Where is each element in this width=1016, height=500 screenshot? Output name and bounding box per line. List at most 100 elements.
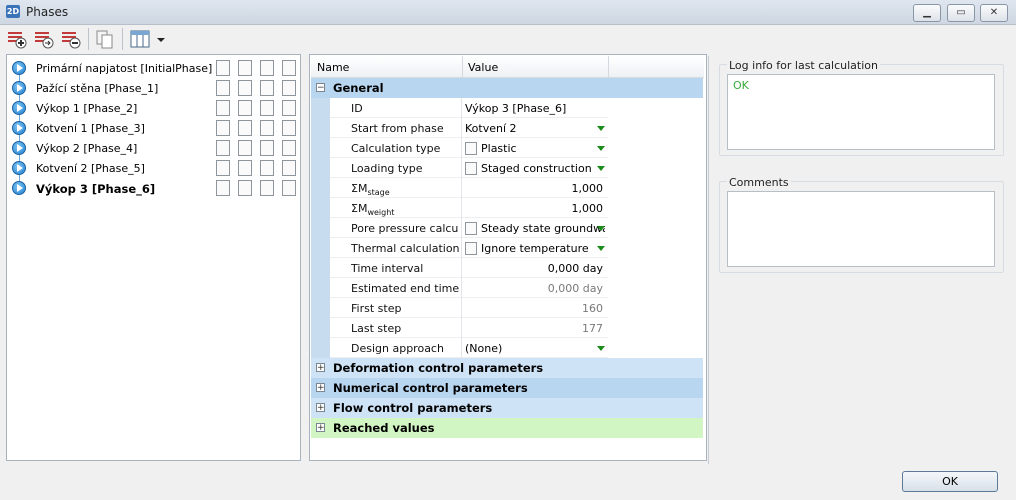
delete-phase-button[interactable] xyxy=(60,28,82,50)
property-row[interactable]: Last step 177 xyxy=(311,318,608,338)
minimize-button[interactable]: ▁ xyxy=(913,4,941,22)
ok-button[interactable]: OK xyxy=(902,471,998,492)
thermal-icon[interactable] xyxy=(282,100,296,116)
phase-row[interactable]: Výkop 1 [Phase_2] xyxy=(8,98,298,118)
property-value[interactable]: Výkop 3 [Phase_6] xyxy=(465,102,605,115)
dropdown-arrow-icon[interactable] xyxy=(597,126,605,131)
dropdown-arrow-icon[interactable] xyxy=(597,246,605,251)
columns-dropdown-button[interactable] xyxy=(129,28,169,50)
window-title: Phases xyxy=(26,5,69,19)
category-row[interactable]: + Deformation control parameters xyxy=(311,358,703,378)
calculation-type-icon[interactable] xyxy=(216,80,230,96)
pore-pressure-icon[interactable] xyxy=(260,160,274,176)
property-row[interactable]: ΣMweight 1,000 xyxy=(311,198,608,218)
thermal-icon[interactable] xyxy=(282,180,296,196)
property-row[interactable]: Thermal calculation type Ignore temperatu… xyxy=(311,238,608,258)
calculation-type-icon[interactable] xyxy=(216,120,230,136)
expand-icon[interactable]: + xyxy=(316,403,325,413)
phase-row[interactable]: Primární napjatost [InitialPhase] xyxy=(8,58,298,78)
property-value[interactable]: 0,000 day xyxy=(465,262,603,275)
pore-pressure-icon[interactable] xyxy=(260,140,274,156)
property-value[interactable]: 160 xyxy=(465,302,603,315)
dropdown-arrow-icon[interactable] xyxy=(597,226,605,231)
property-row[interactable]: Time interval 0,000 day xyxy=(311,258,608,278)
pore-pressure-icon[interactable] xyxy=(260,60,274,76)
thermal-icon[interactable] xyxy=(282,140,296,156)
property-row[interactable]: Estimated end time 0,000 day xyxy=(311,278,608,298)
category-row[interactable]: + Reached values xyxy=(311,418,703,438)
add-phase-icon xyxy=(8,32,27,49)
loading-type-icon[interactable] xyxy=(238,120,252,136)
property-value[interactable]: 1,000 xyxy=(465,202,604,215)
log-textbox[interactable]: OK xyxy=(727,74,995,150)
dropdown-arrow-icon[interactable] xyxy=(597,146,605,151)
property-row[interactable]: Start from phase Kotvení 2 xyxy=(311,118,608,138)
dropdown-arrow-icon[interactable] xyxy=(597,166,605,171)
copy-phase-button[interactable] xyxy=(94,28,116,50)
property-grid[interactable]: Name Value − General ID Výkop 3 [Phase_6]… xyxy=(309,54,707,461)
calculation-type-icon[interactable] xyxy=(216,180,230,196)
calculation-type-icon[interactable] xyxy=(216,60,230,76)
property-value[interactable]: Steady state groundwater flow xyxy=(465,222,605,235)
property-value[interactable]: 1,000 xyxy=(465,182,604,195)
phase-list[interactable]: Primární napjatost [InitialPhase] Pažící … xyxy=(6,54,301,461)
loading-type-icon[interactable] xyxy=(238,160,252,176)
maximize-button[interactable]: ▭ xyxy=(947,4,975,22)
thermal-icon[interactable] xyxy=(282,80,296,96)
property-row[interactable]: First step 160 xyxy=(311,298,608,318)
property-value[interactable]: Ignore temperature xyxy=(465,242,605,255)
phase-row[interactable]: Výkop 2 [Phase_4] xyxy=(8,138,298,158)
property-value[interactable]: 0,000 day xyxy=(465,282,603,295)
property-row[interactable]: Calculation type Plastic xyxy=(311,138,608,158)
calculation-type-icon[interactable] xyxy=(216,100,230,116)
loading-type-icon[interactable] xyxy=(238,100,252,116)
loading-type-icon[interactable] xyxy=(238,80,252,96)
property-value[interactable]: 177 xyxy=(465,322,603,335)
phase-row[interactable]: Pažící stěna [Phase_1] xyxy=(8,78,298,98)
phase-play-icon xyxy=(12,181,26,195)
property-row[interactable]: Design approach (None) xyxy=(311,338,608,358)
property-row[interactable]: Pore pressure calculation type Steady sta… xyxy=(311,218,608,238)
pore-pressure-icon[interactable] xyxy=(260,180,274,196)
property-value[interactable]: Staged construction xyxy=(465,162,605,175)
loading-type-icon[interactable] xyxy=(238,60,252,76)
pore-pressure-icon[interactable] xyxy=(260,120,274,136)
category-row[interactable]: + Flow control parameters xyxy=(311,398,703,418)
comments-textbox[interactable] xyxy=(727,191,995,267)
loading-type-icon[interactable] xyxy=(238,140,252,156)
thermal-icon[interactable] xyxy=(282,120,296,136)
property-value[interactable]: Kotvení 2 xyxy=(465,122,605,135)
insert-phase-button[interactable] xyxy=(33,28,55,50)
property-row[interactable]: ID Výkop 3 [Phase_6] xyxy=(311,98,608,118)
calculation-type-icon[interactable] xyxy=(216,160,230,176)
property-row[interactable]: Loading type Staged construction xyxy=(311,158,608,178)
log-group: Log info for last calculation OK xyxy=(719,59,1004,156)
property-row[interactable]: ΣMstage 1,000 xyxy=(311,178,608,198)
loading-type-icon[interactable] xyxy=(238,180,252,196)
category-row[interactable]: + Numerical control parameters xyxy=(311,378,703,398)
phase-row[interactable]: Kotvení 1 [Phase_3] xyxy=(8,118,298,138)
thermal-icon[interactable] xyxy=(282,160,296,176)
phase-label: Pažící stěna [Phase_1] xyxy=(36,82,159,95)
collapse-icon[interactable]: − xyxy=(316,83,325,93)
close-button[interactable]: ✕ xyxy=(980,4,1008,22)
dropdown-arrow-icon[interactable] xyxy=(597,346,605,351)
add-phase-button[interactable] xyxy=(6,28,28,50)
category-general[interactable]: − General xyxy=(311,78,703,98)
app-icon: 2D xyxy=(6,5,20,18)
expand-icon[interactable]: + xyxy=(316,423,325,433)
thermal-icon[interactable] xyxy=(282,60,296,76)
property-value[interactable]: (None) xyxy=(465,342,605,355)
calculation-type-icon[interactable] xyxy=(216,140,230,156)
pore-pressure-icon[interactable] xyxy=(260,80,274,96)
expand-icon[interactable]: + xyxy=(316,363,325,373)
pore-pressure-icon[interactable] xyxy=(260,100,274,116)
phase-label: Výkop 1 [Phase_2] xyxy=(36,102,138,115)
phase-row[interactable]: Kotvení 2 [Phase_5] xyxy=(8,158,298,178)
phase-row[interactable]: Výkop 3 [Phase_6] xyxy=(8,178,298,198)
phase-play-icon xyxy=(12,61,26,75)
phase-label: Výkop 3 [Phase_6] xyxy=(36,182,156,196)
expand-icon[interactable]: + xyxy=(316,383,325,393)
property-value[interactable]: Plastic xyxy=(465,142,605,155)
copy-phase-icon xyxy=(96,30,113,49)
